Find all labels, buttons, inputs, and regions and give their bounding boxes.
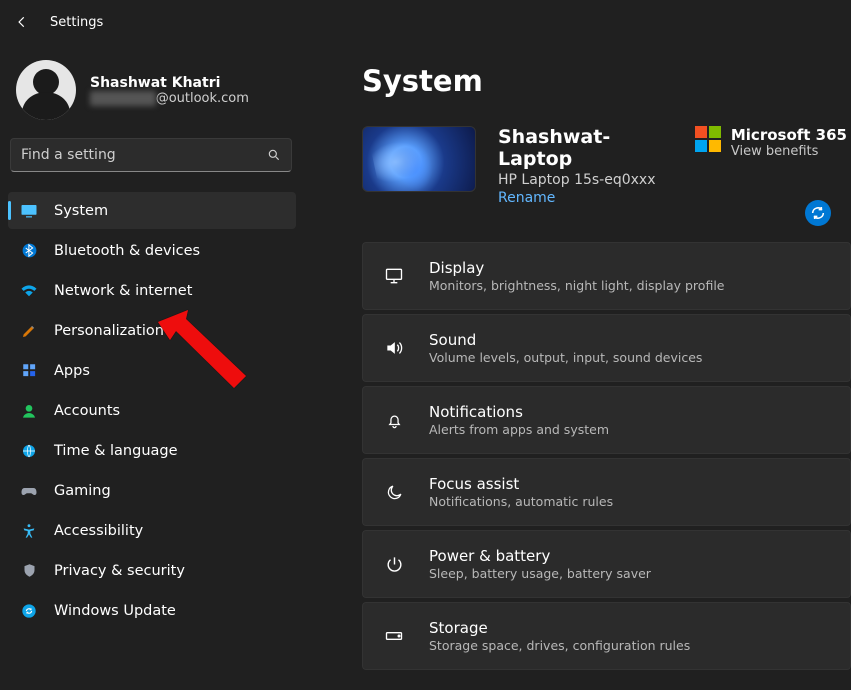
sidebar-item-gaming[interactable]: Gaming [8, 472, 296, 509]
gamepad-icon [20, 482, 38, 500]
sidebar-item-label: Personalization [54, 323, 164, 339]
sidebar-item-label: Apps [54, 363, 90, 379]
card-notifications[interactable]: Notifications Alerts from apps and syste… [362, 386, 851, 454]
globe-clock-icon [20, 442, 38, 460]
card-storage[interactable]: Storage Storage space, drives, configura… [362, 602, 851, 670]
app-title: Settings [50, 15, 103, 30]
back-button[interactable] [14, 14, 30, 30]
microsoft-logo-icon [695, 126, 721, 152]
paintbrush-icon [20, 322, 38, 340]
sidebar-item-privacy[interactable]: Privacy & security [8, 552, 296, 589]
accessibility-icon [20, 522, 38, 540]
bluetooth-icon [20, 242, 38, 260]
sidebar-item-time[interactable]: Time & language [8, 432, 296, 469]
sidebar-item-system[interactable]: System [8, 192, 296, 229]
sidebar-item-network[interactable]: Network & internet [8, 272, 296, 309]
drive-icon [383, 626, 405, 646]
card-power[interactable]: Power & battery Sleep, battery usage, ba… [362, 530, 851, 598]
sidebar-item-label: Privacy & security [54, 563, 185, 579]
card-subtitle: Storage space, drives, configuration rul… [429, 638, 690, 653]
microsoft-365-block[interactable]: Microsoft 365 View benefits [695, 126, 851, 159]
card-subtitle: Sleep, battery usage, battery saver [429, 566, 651, 581]
card-display[interactable]: Display Monitors, brightness, night ligh… [362, 242, 851, 310]
search-icon [267, 148, 281, 162]
moon-icon [383, 483, 405, 502]
card-subtitle: Notifications, automatic rules [429, 494, 613, 509]
card-title: Display [429, 259, 724, 277]
speaker-icon [383, 338, 405, 358]
card-subtitle: Monitors, brightness, night light, displ… [429, 278, 724, 293]
apps-icon [20, 362, 38, 380]
update-icon [20, 602, 38, 620]
card-sound[interactable]: Sound Volume levels, output, input, soun… [362, 314, 851, 382]
sidebar-item-label: System [54, 203, 108, 219]
avatar [16, 60, 76, 120]
person-icon [20, 402, 38, 420]
sidebar-item-apps[interactable]: Apps [8, 352, 296, 389]
ms365-subtitle: View benefits [731, 144, 847, 159]
sidebar-item-label: Accessibility [54, 523, 143, 539]
ms365-title: Microsoft 365 [731, 126, 847, 144]
user-name: Shashwat Khatri [90, 75, 249, 91]
card-subtitle: Alerts from apps and system [429, 422, 609, 437]
desktop-thumbnail[interactable] [362, 126, 476, 192]
search-box[interactable] [10, 138, 292, 172]
search-input[interactable] [21, 147, 267, 163]
wifi-icon [20, 282, 38, 300]
monitor-icon [383, 266, 405, 286]
sidebar-item-label: Gaming [54, 483, 111, 499]
card-title: Sound [429, 331, 702, 349]
card-title: Power & battery [429, 547, 651, 565]
sidebar-item-label: Time & language [54, 443, 178, 459]
sidebar-item-update[interactable]: Windows Update [8, 592, 296, 629]
sidebar-item-label: Windows Update [54, 603, 176, 619]
system-icon [20, 202, 38, 220]
device-name: Shashwat-Laptop [498, 126, 673, 170]
sidebar-item-label: Bluetooth & devices [54, 243, 200, 259]
settings-card-list: Display Monitors, brightness, night ligh… [362, 242, 851, 670]
onedrive-sync-icon[interactable] [805, 200, 831, 226]
rename-link[interactable]: Rename [498, 190, 673, 206]
card-title: Focus assist [429, 475, 613, 493]
sidebar-item-personalization[interactable]: Personalization [8, 312, 296, 349]
card-subtitle: Volume levels, output, input, sound devi… [429, 350, 702, 365]
page-title: System [362, 64, 851, 98]
sidebar-nav: System Bluetooth & devices Network & int… [8, 192, 296, 629]
user-block[interactable]: Shashwat Khatri shashwat@outlook.com [8, 54, 296, 138]
card-title: Storage [429, 619, 690, 637]
user-email: shashwat@outlook.com [90, 91, 249, 106]
sidebar-item-accessibility[interactable]: Accessibility [8, 512, 296, 549]
card-title: Notifications [429, 403, 609, 421]
device-model: HP Laptop 15s-eq0xxx [498, 172, 673, 188]
power-icon [383, 555, 405, 574]
sidebar-item-accounts[interactable]: Accounts [8, 392, 296, 429]
sidebar-item-label: Network & internet [54, 283, 192, 299]
sidebar-item-bluetooth[interactable]: Bluetooth & devices [8, 232, 296, 269]
shield-icon [20, 562, 38, 580]
sidebar-item-label: Accounts [54, 403, 120, 419]
card-focus[interactable]: Focus assist Notifications, automatic ru… [362, 458, 851, 526]
bell-icon [383, 411, 405, 430]
